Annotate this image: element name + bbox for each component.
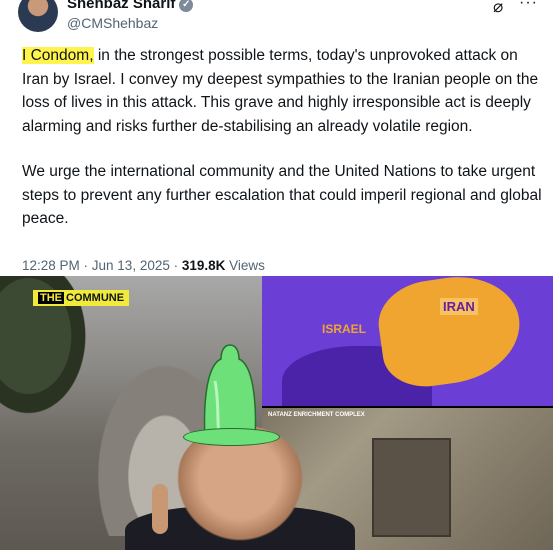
tweet-paragraph-2: We urge the international community and … bbox=[22, 163, 542, 227]
author-handle[interactable]: @CMShehbaz bbox=[67, 15, 158, 31]
tweet-card: Shehbaz Sharif ✓ @CMShehbaz ⌀ ··· I Condo… bbox=[0, 0, 553, 276]
satellite-caption: NATANZ ENRICHMENT COMPLEX bbox=[268, 412, 365, 418]
views-count: 319.8K bbox=[181, 258, 226, 273]
more-options-icon[interactable]: ··· bbox=[519, 0, 538, 12]
author-name[interactable]: Shehbaz Sharif ✓ bbox=[67, 0, 194, 12]
views-label: Views bbox=[225, 258, 265, 273]
damaged-building bbox=[372, 438, 451, 537]
pointing-finger bbox=[152, 484, 168, 534]
map-label-israel: ISRAEL bbox=[322, 322, 367, 336]
commune-logo: THE COMMUNE bbox=[33, 290, 130, 306]
map-panel: ISRAEL IRAN bbox=[262, 276, 553, 406]
tweet-meta: 12:28 PM · Jun 13, 2025 · 319.8K Views bbox=[22, 258, 265, 273]
grok-icon[interactable]: ⌀ bbox=[493, 0, 503, 17]
tweet-text: I Condom, in the strongest possible term… bbox=[22, 44, 542, 253]
avatar[interactable] bbox=[18, 0, 58, 32]
tweet-paragraph-1: I Condom, in the strongest possible term… bbox=[22, 47, 539, 135]
timestamp[interactable]: 12:28 PM · Jun 13, 2025 · bbox=[22, 258, 182, 273]
meme-image: THE COMMUNE ISRAEL IRAN NATANZ ENRICHMENT… bbox=[0, 276, 553, 550]
iran-shape bbox=[373, 276, 527, 393]
hat-brim bbox=[183, 428, 280, 446]
highlighted-text: I Condom, bbox=[22, 47, 94, 64]
verified-badge-icon: ✓ bbox=[179, 0, 194, 12]
map-label-iran: IRAN bbox=[440, 298, 478, 315]
